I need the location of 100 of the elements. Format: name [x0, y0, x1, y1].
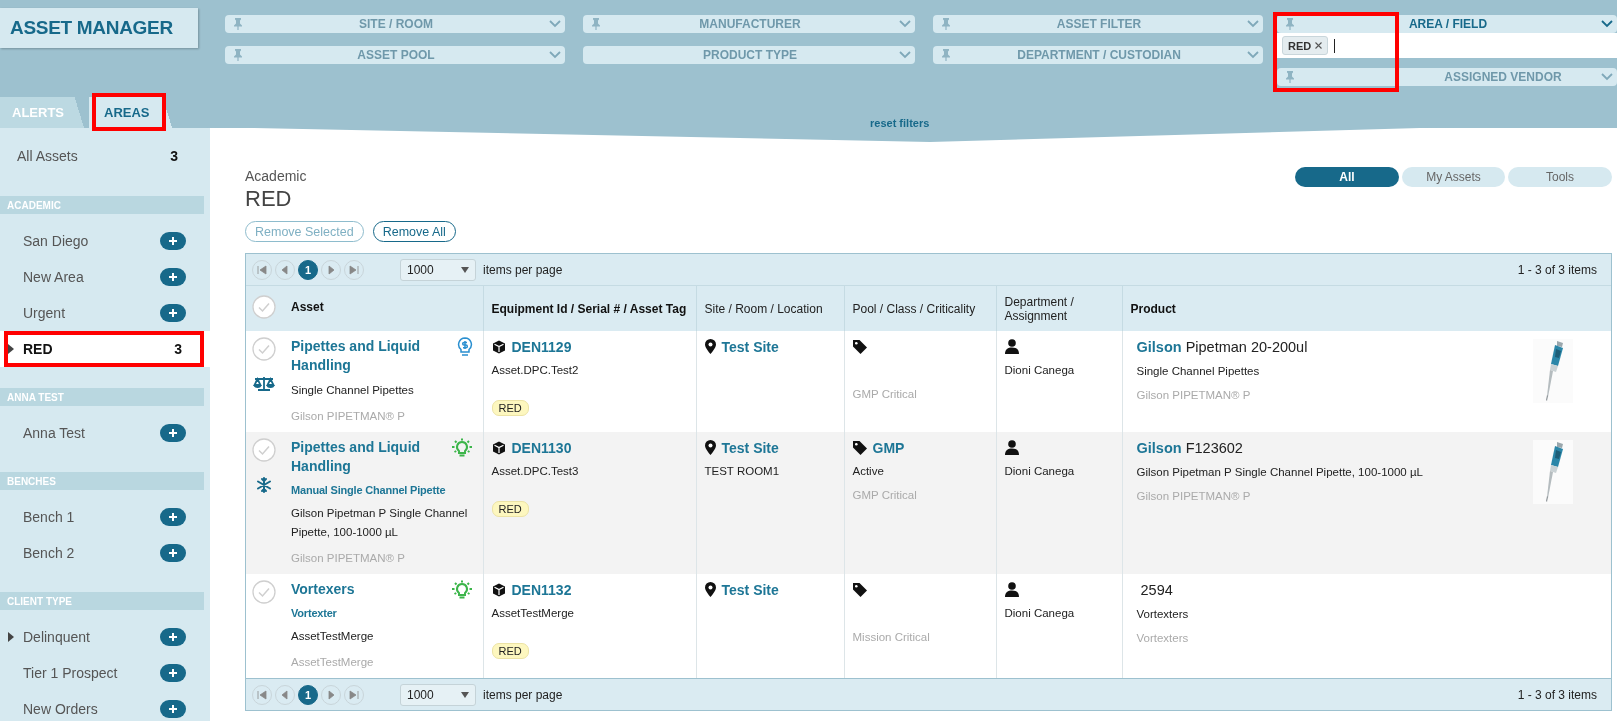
chevron-icon [549, 20, 561, 28]
cube-icon [491, 440, 506, 455]
page-button[interactable]: 1 [298, 684, 318, 705]
view-toggle-button[interactable]: Tools [1508, 167, 1612, 187]
select-checkbox[interactable] [252, 438, 276, 462]
close-icon[interactable] [1315, 42, 1323, 49]
sidebar-item[interactable]: New Orders [0, 691, 210, 721]
room-name: TEST ROOM1 [704, 464, 781, 479]
person-icon [1004, 582, 1019, 597]
page-size-select[interactable]: 1000 [400, 258, 476, 281]
cube-icon [491, 582, 506, 597]
person-icon [1004, 339, 1019, 354]
product-model: Vortexters [1136, 631, 1190, 646]
item-count-summary: 1 - 3 of 3 items [1517, 687, 1597, 702]
caret-icon[interactable] [8, 344, 14, 354]
sidebar-item[interactable]: Bench 2 [0, 535, 210, 571]
filter-dropdown[interactable]: AREA / FIELD [1277, 15, 1617, 33]
tag-icon [852, 339, 867, 354]
next-page-icon [325, 688, 337, 701]
add-button[interactable] [160, 424, 186, 442]
add-button[interactable] [160, 304, 186, 322]
add-button[interactable] [160, 628, 186, 646]
pool-link[interactable]: GMP [872, 439, 905, 456]
sidebar-item[interactable]: RED 3 [0, 331, 210, 367]
view-toggle-button[interactable]: My Assets [1402, 167, 1505, 187]
asset-model: AssetTestMerge [291, 655, 375, 670]
chevron-icon [1247, 51, 1259, 59]
add-button[interactable] [160, 232, 186, 250]
section-heading: ACADEMIC [0, 196, 204, 214]
item-count: 3 [170, 148, 178, 164]
item-count-summary: 1 - 3 of 3 items [1517, 262, 1597, 277]
sidebar-item[interactable]: Tier 1 Prospect [0, 655, 210, 691]
pin-icon [941, 18, 951, 30]
sidebar-item[interactable]: San Diego [0, 223, 210, 259]
last-page-icon [348, 688, 360, 701]
sidebar-item[interactable]: New Area [0, 259, 210, 295]
page-size-select[interactable]: 1000 [400, 683, 476, 706]
plus-icon [169, 273, 177, 281]
map-pin-icon [704, 440, 716, 455]
pin-icon [233, 49, 243, 61]
app-title: ASSET MANAGER [0, 8, 198, 48]
add-button[interactable] [160, 544, 186, 562]
sidebar-item[interactable]: Urgent [0, 295, 210, 331]
asset-description: AssetTestMerge [291, 629, 375, 644]
plus-icon [169, 669, 177, 677]
dropdown-arrow-icon [461, 266, 469, 273]
sidebar-item[interactable]: Delinquent [0, 619, 210, 655]
add-button[interactable] [160, 508, 186, 526]
filter-chip[interactable]: RED [1282, 36, 1329, 55]
equipment-id-link[interactable]: DEN1132 [511, 581, 572, 598]
asset-link[interactable]: Vortexers [291, 580, 475, 599]
page-title: RED [245, 186, 293, 212]
product-category: Gilson Pipetman P Single Channel Pipette, 100-1000 µL [1136, 465, 1424, 480]
chevron-icon [899, 51, 911, 59]
sidebar-item[interactable]: All Assets 3 [0, 128, 210, 184]
asset-model: Gilson PIPETMAN® P [291, 409, 406, 424]
pool-status: Active [852, 465, 884, 477]
asset-model: Gilson PIPETMAN® P [291, 551, 406, 566]
caret-icon[interactable] [8, 632, 14, 642]
asset-subtitle-link[interactable]: Vortexter [291, 605, 475, 621]
sidebar-item[interactable]: Anna Test [0, 415, 210, 451]
asset-link[interactable]: Pipettes and Liquid Handling [291, 337, 475, 375]
site-link[interactable]: Test Site [721, 439, 779, 456]
asset-link[interactable]: Pipettes and Liquid Handling [291, 438, 475, 476]
equipment-id-link[interactable]: DEN1130 [511, 439, 572, 456]
assignee-name: Dioni Canega [1004, 464, 1076, 479]
tag-icon [852, 582, 867, 597]
asset-tag: RED [491, 400, 529, 416]
area-field[interactable]: RED [1277, 33, 1617, 58]
column-header[interactable]: Asset [291, 299, 324, 314]
product-name: Gilson Pipetman 20-200ul [1136, 338, 1309, 357]
criticality-label: Mission Critical [852, 630, 931, 645]
site-link[interactable]: Test Site [721, 581, 779, 598]
sidebar-item[interactable]: Bench 1 [0, 499, 210, 535]
page-button[interactable]: 1 [298, 259, 318, 280]
asset-tag: RED [491, 501, 529, 517]
prev-page-icon [279, 688, 291, 701]
select-checkbox[interactable] [252, 580, 276, 604]
add-button[interactable] [160, 664, 186, 682]
site-link[interactable]: Test Site [721, 338, 779, 355]
product-name: 2594 [1139, 581, 1174, 600]
add-button[interactable] [160, 268, 186, 286]
asset-subtitle-link[interactable]: Manual Single Channel Pipette [291, 482, 475, 498]
map-pin-icon [704, 582, 716, 597]
view-toggle-button[interactable]: All [1295, 167, 1399, 187]
plus-icon [169, 429, 177, 437]
select-checkbox[interactable] [252, 294, 276, 319]
product-name: Gilson F123602 [1136, 439, 1244, 458]
person-icon [1004, 440, 1019, 455]
add-button[interactable] [160, 700, 186, 718]
product-category: Single Channel Pipettes [1136, 364, 1261, 379]
product-model: Gilson PIPETMAN® P [1136, 489, 1252, 504]
equipment-id-link[interactable]: DEN1129 [511, 338, 572, 355]
asset-tag: RED [491, 643, 529, 659]
product-model: Gilson PIPETMAN® P [1136, 388, 1252, 403]
select-checkbox[interactable] [252, 337, 276, 361]
chevron-icon [549, 51, 561, 59]
reset-filters-link[interactable]: reset filters [870, 117, 930, 129]
serial-number: Asset.DPC.Test2 [491, 363, 580, 378]
product-category: Vortexters [1136, 607, 1190, 622]
